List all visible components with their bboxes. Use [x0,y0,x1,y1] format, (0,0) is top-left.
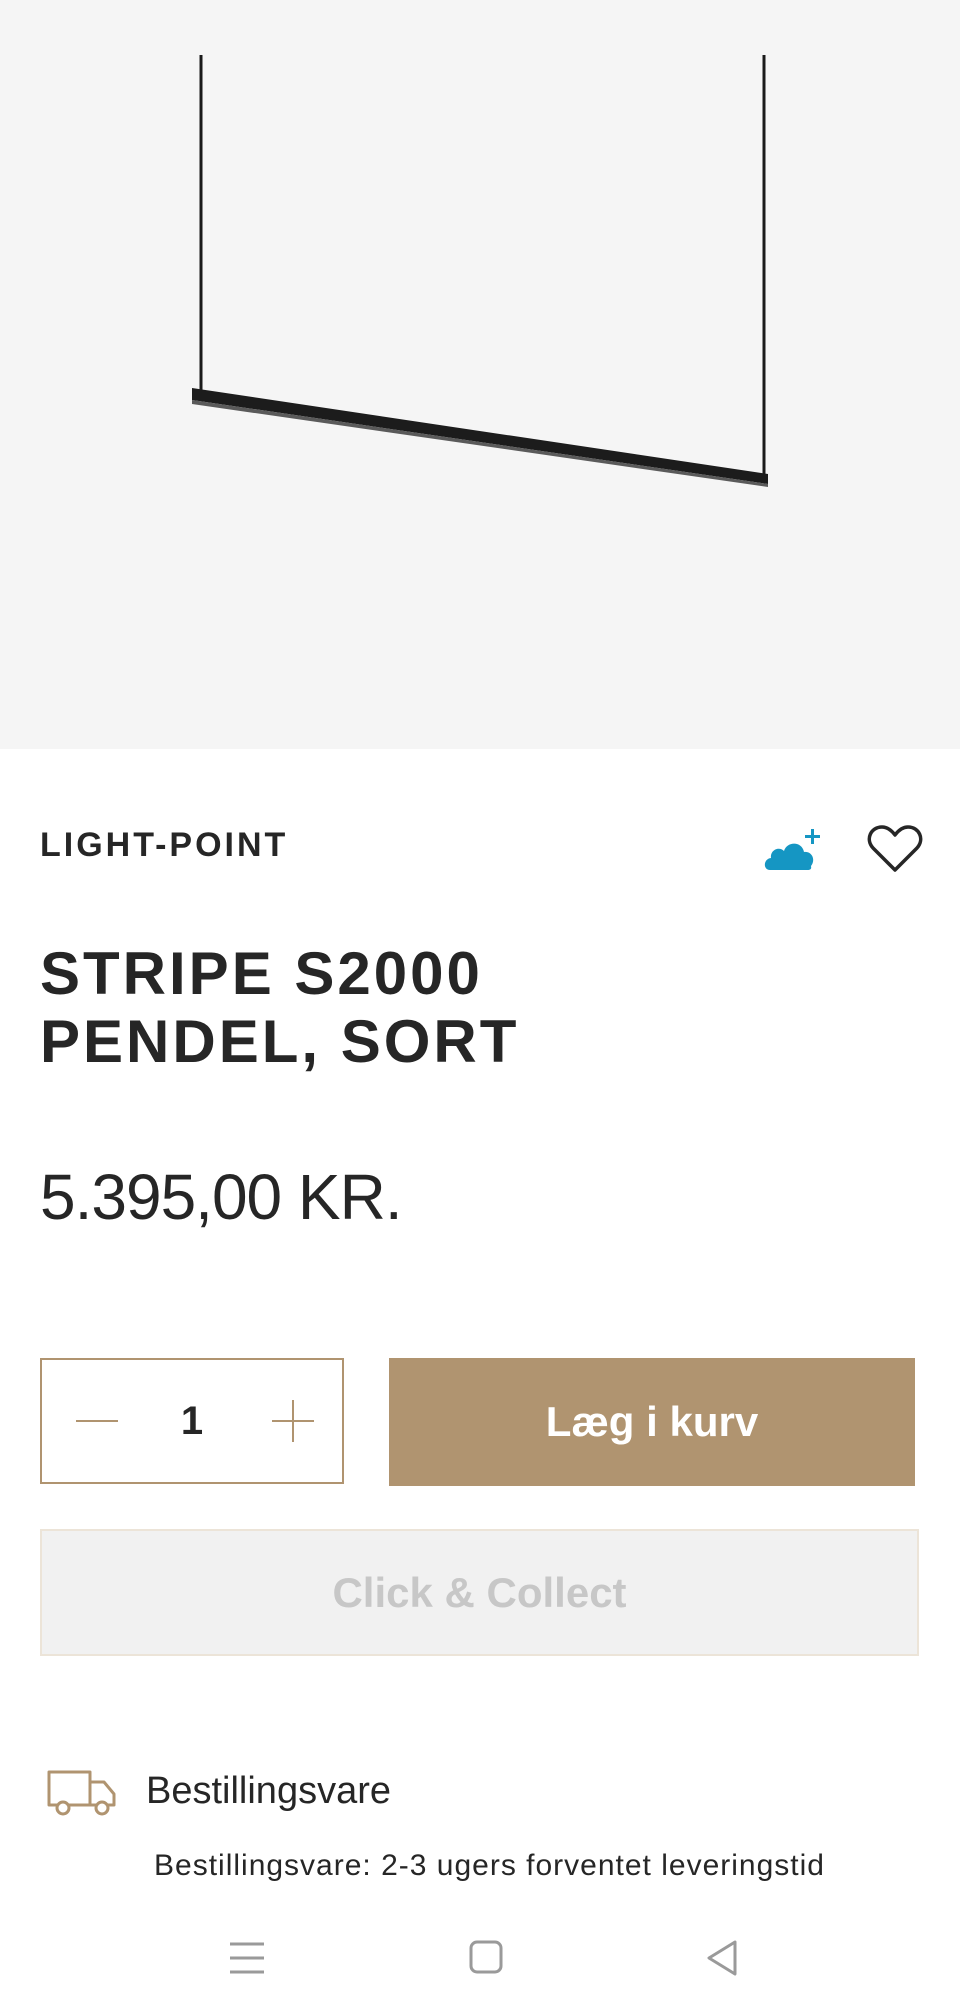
brand-name[interactable]: LIGHT-POINT [40,826,288,865]
home-icon[interactable] [456,1930,516,1986]
product-page: LIGHT-POINT STRIPE S2000 PENDEL, SORT 5.… [0,0,960,2012]
menu-icon[interactable] [218,1930,278,1986]
system-navigation-bar [0,1900,960,2012]
quantity-stepper: 1 [40,1358,344,1484]
minus-icon [76,1420,118,1422]
cloud-plus-icon[interactable] [762,826,824,874]
product-title: STRIPE S2000 PENDEL, SORT [40,940,760,1076]
product-image[interactable] [0,0,960,749]
click-collect-button[interactable]: Click & Collect [40,1529,919,1656]
heart-icon[interactable] [867,824,923,874]
product-title-line-1: STRIPE S2000 [40,940,483,1007]
quantity-value[interactable]: 1 [138,1360,246,1482]
truck-icon [46,1768,118,1818]
increase-quantity-button[interactable] [246,1360,342,1482]
delivery-text: Bestillingsvare: 2-3 ugers forventet lev… [154,1849,825,1882]
product-price: 5.395,00 KR. [40,1161,403,1233]
delivery-title: Bestillingsvare [146,1770,391,1812]
back-icon[interactable] [693,1930,753,1986]
add-to-cart-button[interactable]: Læg i kurv [389,1358,915,1486]
decrease-quantity-button[interactable] [42,1360,138,1482]
pendant-lamp-illustration [192,55,768,487]
product-title-line-2: PENDEL, SORT [40,1008,520,1075]
